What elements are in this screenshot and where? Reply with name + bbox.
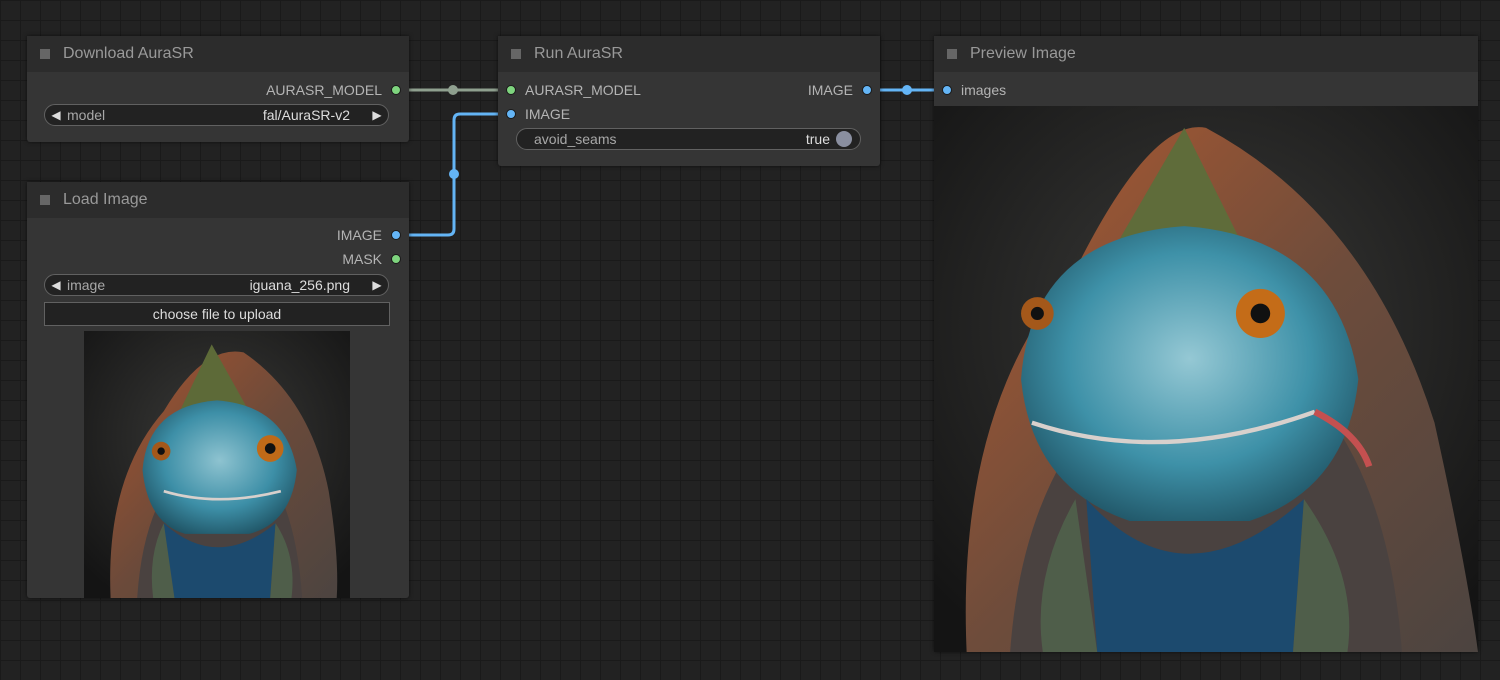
decrement-arrow-icon[interactable]: ◀ [49,108,63,122]
node-load-image[interactable]: Load Image IMAGE MASK ◀ image iguana_256… [27,182,409,598]
preview-image-output [934,106,1478,652]
node-title: Run AuraSR [534,45,623,62]
input-slot-label: AURASR_MODEL [525,82,641,98]
input-slot-dot[interactable] [942,85,952,95]
input-slot-dot[interactable] [506,85,516,95]
collapse-toggle-icon[interactable] [40,195,50,205]
output-slot-label: MASK [342,251,382,267]
toggle-knob-icon[interactable] [836,131,852,147]
iguana-upscaled-image [934,106,1478,652]
widget-value: true [805,131,830,147]
model-combo-widget[interactable]: ◀ model fal/AuraSR-v2 ▶ [44,104,389,126]
input-image-thumbnail [84,331,350,598]
upload-button[interactable]: choose file to upload [44,302,390,326]
output-slot-dot[interactable] [391,230,401,240]
node-title-bar[interactable]: Preview Image [934,36,1478,72]
widget-value: iguana_256.png [249,277,350,293]
widget-label: avoid_seams [534,131,617,147]
input-slot-image[interactable]: IMAGE [506,104,570,124]
input-slot-dot[interactable] [506,109,516,119]
node-title-bar[interactable]: Load Image [27,182,409,218]
output-slot-label: IMAGE [807,82,853,98]
input-slot-images[interactable]: images [942,80,1006,100]
output-slot-image[interactable]: IMAGE [808,80,872,100]
input-slot-aurasr-model[interactable]: AURASR_MODEL [506,80,641,100]
image-combo-widget[interactable]: ◀ image iguana_256.png ▶ [44,274,389,296]
node-download-aurasr[interactable]: Download AuraSR AURASR_MODEL ◀ model fal… [27,36,409,142]
output-slot-label: IMAGE [336,227,382,243]
output-slot-dot[interactable] [391,85,401,95]
widget-label: image [67,277,106,293]
node-preview-image[interactable]: Preview Image images [934,36,1478,652]
node-title-bar[interactable]: Run AuraSR [498,36,880,72]
output-slot-mask[interactable]: MASK [342,249,401,269]
node-title: Download AuraSR [63,45,194,62]
widget-label: model [67,107,106,123]
output-slot-label: AURASR_MODEL [266,82,382,98]
input-slot-label: images [961,82,1007,98]
decrement-arrow-icon[interactable]: ◀ [49,278,63,292]
increment-arrow-icon[interactable]: ▶ [370,108,384,122]
increment-arrow-icon[interactable]: ▶ [370,278,384,292]
collapse-toggle-icon[interactable] [947,49,957,59]
iguana-image [84,331,350,598]
output-slot-image[interactable]: IMAGE [337,225,401,245]
node-title-bar[interactable]: Download AuraSR [27,36,409,72]
collapse-toggle-icon[interactable] [511,49,521,59]
node-title: Preview Image [970,45,1076,62]
collapse-toggle-icon[interactable] [40,49,50,59]
avoid-seams-toggle[interactable]: avoid_seams true [516,128,861,150]
output-slot-dot[interactable] [862,85,872,95]
node-run-aurasr[interactable]: Run AuraSR AURASR_MODEL IMAGE IMAGE avoi… [498,36,880,166]
output-slot-aurasr-model[interactable]: AURASR_MODEL [266,80,401,100]
input-slot-label: IMAGE [525,106,571,122]
widget-value: fal/AuraSR-v2 [262,107,350,123]
output-slot-dot[interactable] [391,254,401,264]
node-title: Load Image [63,191,148,208]
